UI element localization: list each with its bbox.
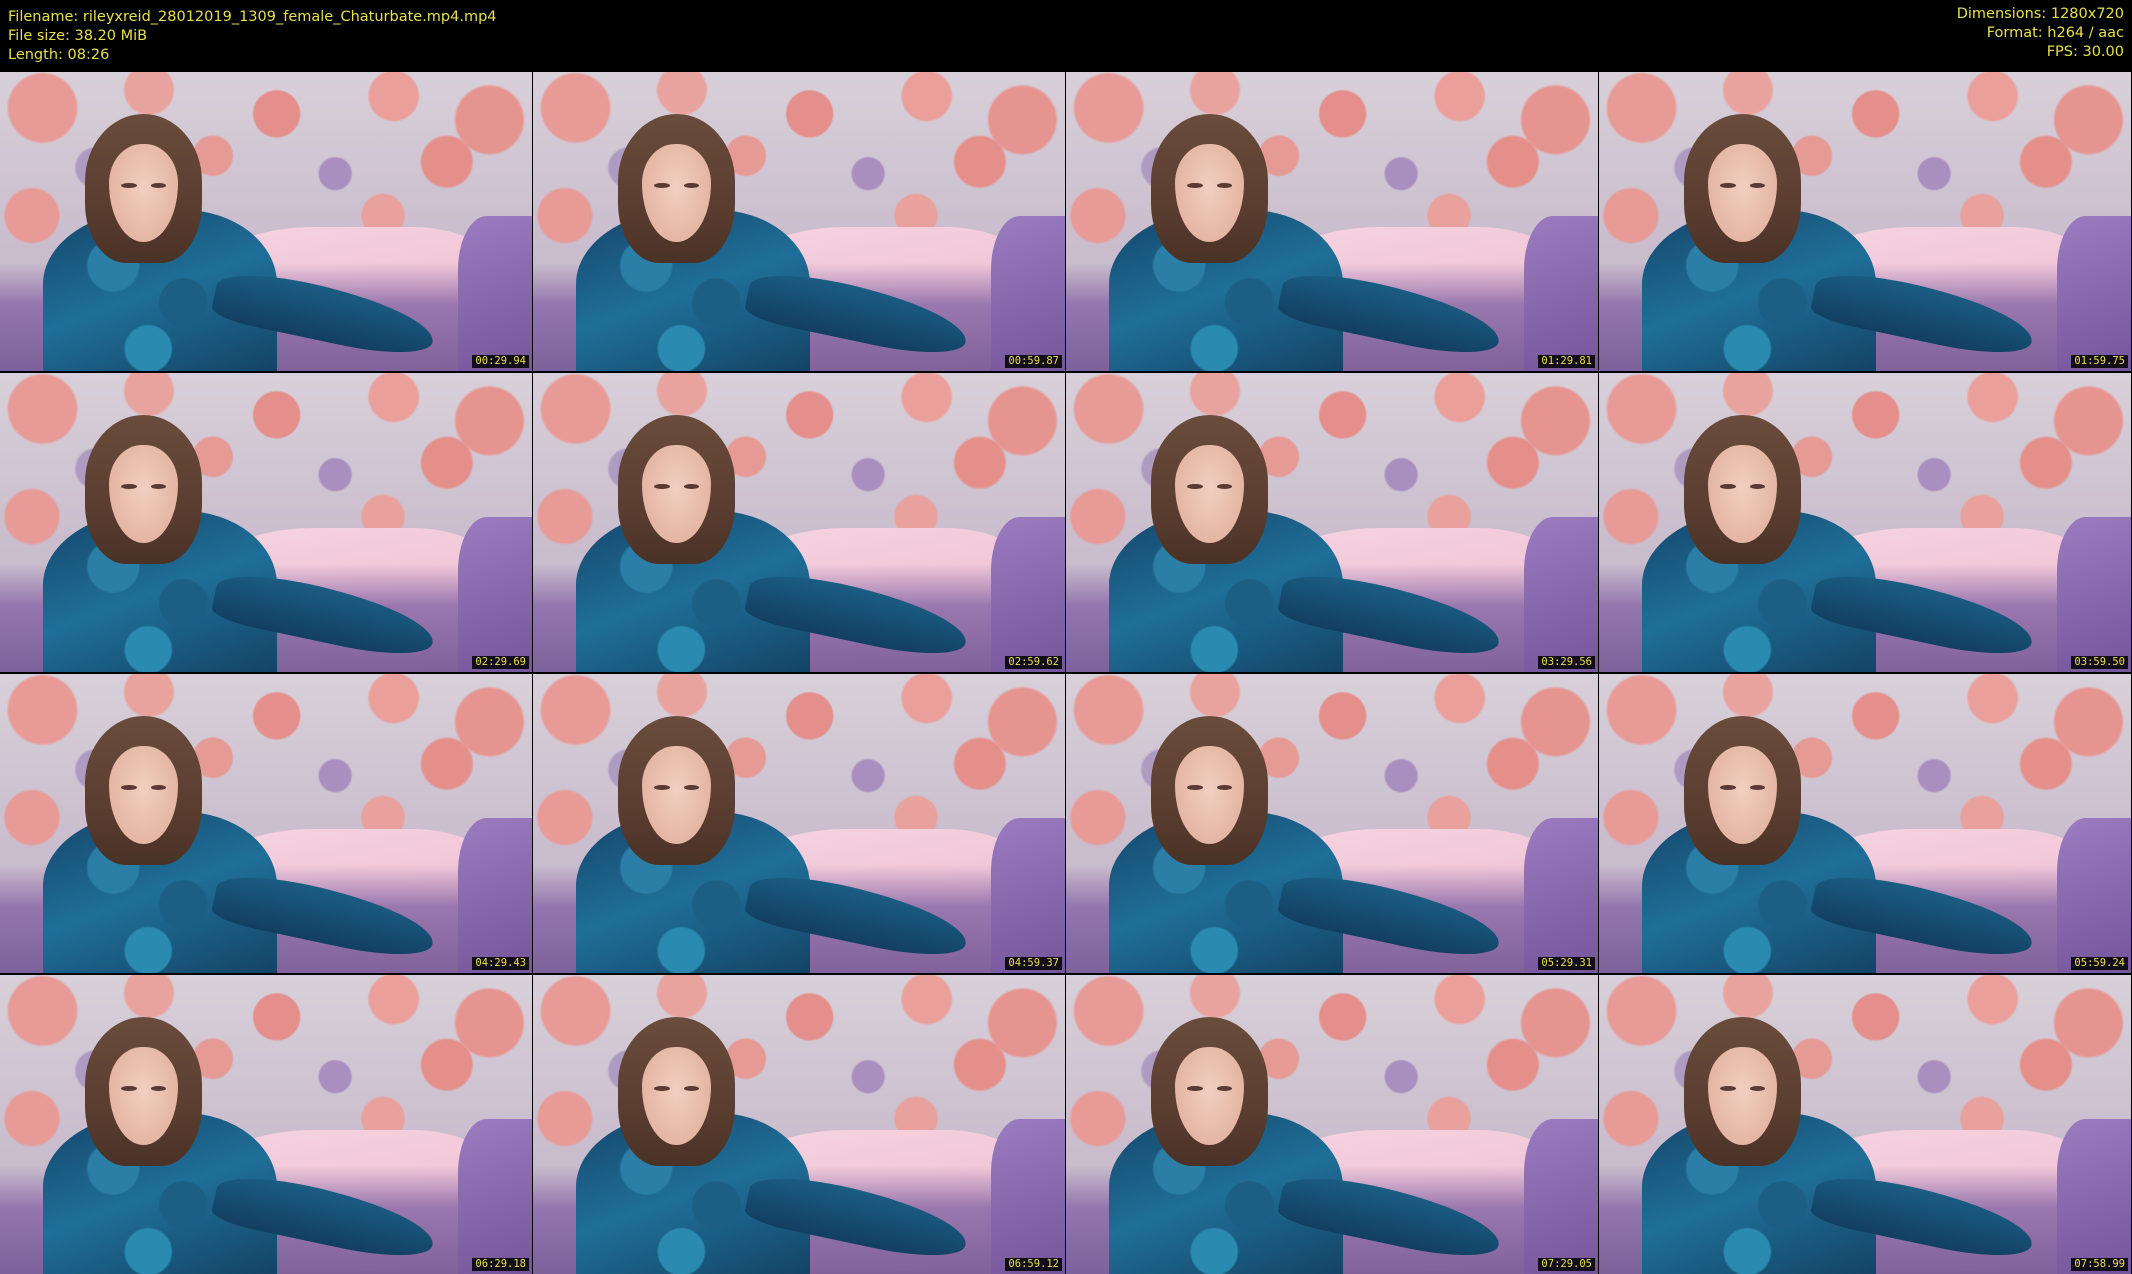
blanket-right xyxy=(2056,1118,2131,1274)
blanket-right xyxy=(457,817,532,973)
format-text: Format: h264 / aac xyxy=(1986,25,2124,41)
info-header: Filename: rileyxreid_28012019_1309_femal… xyxy=(0,0,2132,72)
thumbnail-frame: 06:29.18 xyxy=(0,975,532,1274)
blanket-right xyxy=(2056,817,2131,973)
media-info: Dimensions: 1280x720 Format: h264 / aac … xyxy=(1957,5,2124,62)
thumbnail-frame: 07:29.05 xyxy=(1066,975,1598,1274)
timestamp-label: 06:59.12 xyxy=(1005,1258,1062,1271)
thumbnail-frame: 01:59.75 xyxy=(1599,72,2131,371)
timestamp-label: 07:58.99 xyxy=(2071,1258,2128,1271)
file-info: Filename: rileyxreid_28012019_1309_femal… xyxy=(8,8,497,65)
thumbnail-grid: 00:29.94 00:59.87 01:29.81 01:59.75 02:2… xyxy=(0,72,2132,1274)
timestamp-label: 04:59.37 xyxy=(1005,957,1062,970)
thumbnail-frame: 03:59.50 xyxy=(1599,373,2131,672)
timestamp-label: 03:59.50 xyxy=(2071,656,2128,669)
blanket-right xyxy=(1523,817,1598,973)
fps-text: FPS: 30.00 xyxy=(2046,44,2124,60)
timestamp-label: 02:59.62 xyxy=(1005,656,1062,669)
blanket-right xyxy=(457,1118,532,1274)
timestamp-label: 03:29.56 xyxy=(1538,656,1595,669)
blanket-right xyxy=(990,1118,1065,1274)
blanket-right xyxy=(1523,1118,1598,1274)
length-text: Length: 08:26 xyxy=(8,47,110,63)
blanket-right xyxy=(2056,215,2131,371)
timestamp-label: 01:29.81 xyxy=(1538,355,1595,368)
timestamp-label: 02:29.69 xyxy=(472,656,529,669)
thumbnail-frame: 03:29.56 xyxy=(1066,373,1598,672)
thumbnail-frame: 01:29.81 xyxy=(1066,72,1598,371)
thumbnail-frame: 05:29.31 xyxy=(1066,674,1598,973)
thumbnail-frame: 06:59.12 xyxy=(533,975,1065,1274)
thumbnail-frame: 00:59.87 xyxy=(533,72,1065,371)
filename-text: Filename: rileyxreid_28012019_1309_femal… xyxy=(8,9,497,25)
thumbnail-frame: 04:59.37 xyxy=(533,674,1065,973)
dimensions-text: Dimensions: 1280x720 xyxy=(1956,6,2124,22)
blanket-right xyxy=(457,215,532,371)
timestamp-label: 01:59.75 xyxy=(2071,355,2128,368)
timestamp-label: 04:29.43 xyxy=(472,957,529,970)
blanket-right xyxy=(2056,516,2131,672)
filesize-text: File size: 38.20 MiB xyxy=(8,28,148,44)
thumbnail-frame: 02:59.62 xyxy=(533,373,1065,672)
blanket-right xyxy=(1523,215,1598,371)
timestamp-label: 07:29.05 xyxy=(1538,1258,1595,1271)
timestamp-label: 00:59.87 xyxy=(1005,355,1062,368)
thumbnail-frame: 00:29.94 xyxy=(0,72,532,371)
timestamp-label: 05:29.31 xyxy=(1538,957,1595,970)
blanket-right xyxy=(990,215,1065,371)
blanket-right xyxy=(990,817,1065,973)
blanket-right xyxy=(990,516,1065,672)
blanket-right xyxy=(457,516,532,672)
blanket-right xyxy=(1523,516,1598,672)
thumbnail-frame: 04:29.43 xyxy=(0,674,532,973)
timestamp-label: 06:29.18 xyxy=(472,1258,529,1271)
timestamp-label: 05:59.24 xyxy=(2071,957,2128,970)
timestamp-label: 00:29.94 xyxy=(472,355,529,368)
thumbnail-frame: 07:58.99 xyxy=(1599,975,2131,1274)
thumbnail-frame: 02:29.69 xyxy=(0,373,532,672)
thumbnail-frame: 05:59.24 xyxy=(1599,674,2131,973)
